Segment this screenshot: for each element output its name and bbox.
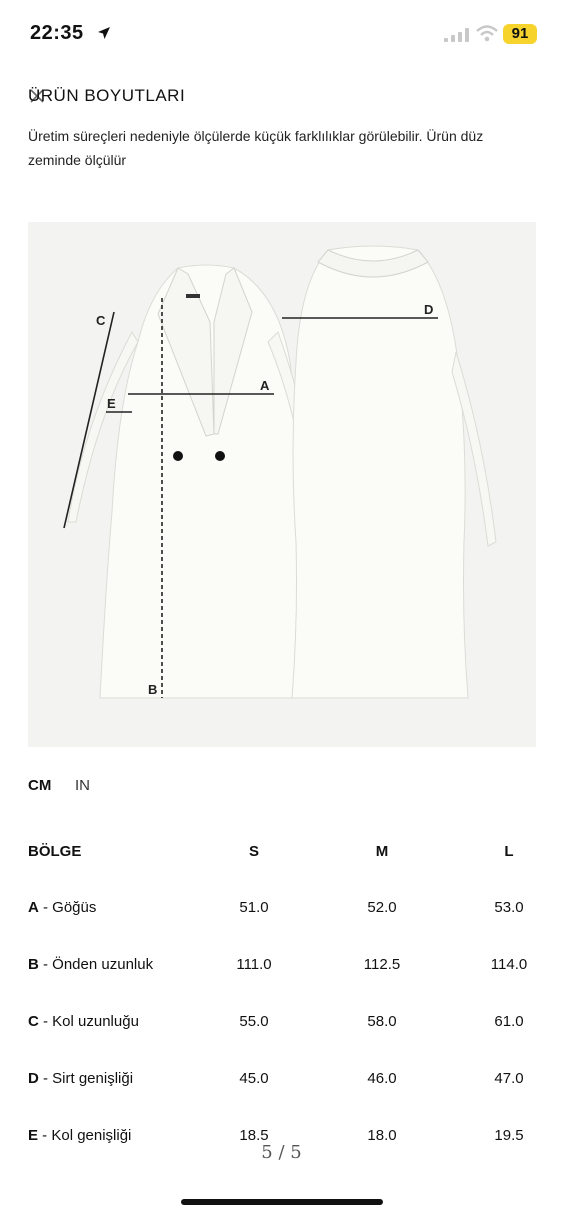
coat-front-illustration [67, 264, 321, 699]
row-zone-cell: D - Sirt genişliği [28, 1070, 133, 1087]
column-header-zone: BÖLGE [28, 843, 82, 860]
value-m: 46.0 [367, 1070, 397, 1087]
product-measurement-image: A B C D E [28, 222, 536, 747]
zone-name: - Önden uzunluk [38, 956, 154, 973]
label-d: D [424, 302, 433, 317]
value-s: 51.0 [239, 899, 269, 916]
value-l: 53.0 [494, 899, 524, 916]
label-b: B [148, 682, 157, 697]
value-l: 114.0 [490, 956, 528, 973]
row-zone-cell: A - Göğüs [28, 899, 96, 916]
status-bar: 22:35 91 [0, 0, 563, 60]
table-row: B - Önden uzunluk 111.0 112.5 114.0 [28, 956, 538, 976]
value-l: 61.0 [494, 1013, 524, 1030]
row-zone-cell: C - Kol uzunluğu [28, 1013, 139, 1030]
column-header-m: M [375, 843, 389, 860]
label-e: E [107, 396, 116, 411]
page-title: ÜRÜN BOYUTLARI [28, 86, 186, 105]
value-m: 58.0 [367, 1013, 397, 1030]
label-c: C [96, 313, 106, 328]
value-m: 52.0 [367, 899, 397, 916]
zone-name: - Göğüs [38, 899, 97, 916]
unit-in-tab[interactable]: IN [75, 777, 90, 794]
coat-back-illustration [291, 245, 497, 699]
value-s: 55.0 [239, 1013, 269, 1030]
zone-code: A [28, 899, 39, 916]
battery-icon: 91 [503, 24, 537, 44]
row-zone-cell: B - Önden uzunluk [28, 956, 153, 973]
zone-name: - Sirt genişliği [38, 1070, 134, 1087]
zone-code: D [28, 1070, 39, 1087]
signal-icon [444, 28, 469, 42]
table-row: A - Göğüs 51.0 52.0 53.0 [28, 899, 538, 919]
value-m: 112.5 [363, 956, 401, 973]
unit-cm-tab[interactable]: CM [28, 777, 51, 794]
page-description: Üretim süreçleri nedeniyle ölçülerde küç… [28, 128, 484, 168]
column-header-l: L [504, 843, 514, 860]
label-a: A [260, 378, 270, 393]
table-header-row: BÖLGE S M L [28, 843, 538, 863]
wifi-icon [476, 25, 498, 42]
zone-name: - Kol uzunluğu [38, 1013, 139, 1030]
home-indicator[interactable] [181, 1199, 383, 1205]
table-row: D - Sirt genişliği 45.0 46.0 47.0 [28, 1070, 538, 1090]
value-s: 45.0 [239, 1070, 269, 1087]
location-arrow-icon [98, 27, 110, 39]
page-indicator: 5 / 5 [261, 1142, 302, 1163]
status-time: 22:35 [30, 22, 84, 44]
column-header-s: S [248, 843, 259, 860]
value-s: 111.0 [236, 956, 272, 973]
zone-code: C [28, 1013, 39, 1030]
zone-code: B [28, 956, 39, 973]
value-l: 47.0 [494, 1070, 524, 1087]
table-row: C - Kol uzunluğu 55.0 58.0 61.0 [28, 1013, 538, 1033]
